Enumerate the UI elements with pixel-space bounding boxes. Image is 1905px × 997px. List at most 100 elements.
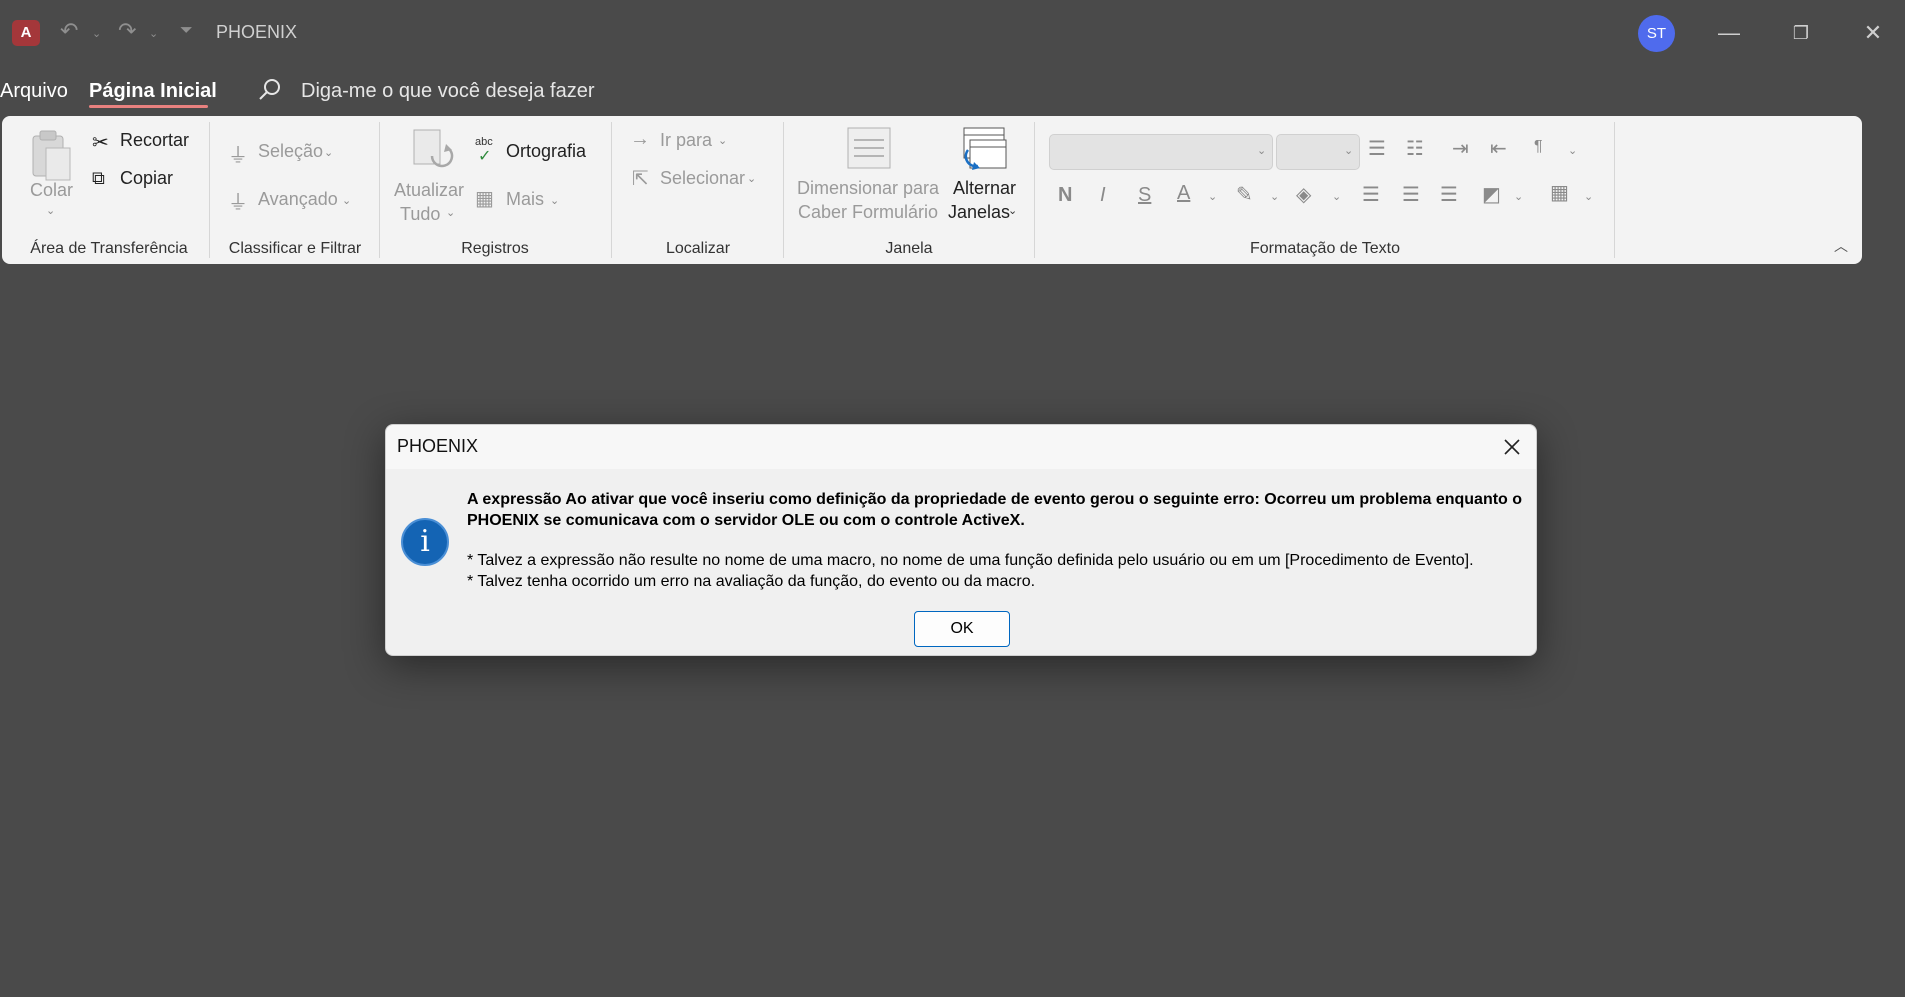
go-to-button[interactable]: Ir para (660, 130, 712, 151)
background-color-icon[interactable]: ◈ (1296, 182, 1311, 207)
dialog-title-bar: PHOENIX (386, 425, 1536, 469)
refresh-dropdown-chevron-icon[interactable]: ⌄ (446, 206, 455, 219)
access-app-icon[interactable]: A (12, 20, 40, 46)
copy-button[interactable]: Copiar (120, 168, 173, 189)
selection-dropdown-chevron-icon[interactable]: ⌄ (324, 146, 333, 159)
group-label-find: Localizar (665, 240, 731, 257)
group-label-sort-filter: Classificar e Filtrar (228, 240, 362, 257)
undo-dropdown-chevron-icon[interactable]: ⌄ (92, 27, 101, 40)
close-window-icon[interactable]: ✕ (1853, 14, 1893, 52)
undo-icon[interactable]: ↶ (60, 18, 78, 44)
font-name-chevron-icon[interactable]: ⌄ (1257, 144, 1266, 157)
group-divider (379, 122, 380, 258)
search-icon[interactable] (258, 78, 282, 102)
highlight-color-icon[interactable]: ✎ (1236, 182, 1253, 207)
redo-dropdown-chevron-icon[interactable]: ⌄ (149, 27, 158, 40)
user-avatar[interactable]: ST (1638, 15, 1675, 52)
scissors-icon: ✂ (92, 132, 109, 154)
switch-windows-button[interactable]: Alternar (953, 178, 1016, 199)
bullets-icon[interactable]: ☰ (1368, 136, 1386, 161)
tab-pagina-inicial[interactable]: Página Inicial (89, 80, 217, 103)
numbering-icon[interactable]: ☷ (1406, 136, 1424, 161)
spelling-button[interactable]: Ortografia (506, 141, 586, 162)
font-size-chevron-icon[interactable]: ⌄ (1344, 144, 1353, 157)
switch-windows-icon[interactable] (958, 126, 1008, 174)
group-divider (209, 122, 210, 258)
error-hint-1: * Talvez a expressão não resulte no nome… (467, 552, 1474, 569)
group-label-records: Registros (461, 240, 529, 257)
font-color-icon[interactable]: A (1177, 182, 1190, 205)
bold-button[interactable]: N (1058, 184, 1072, 207)
more-table-icon: ▦ (475, 188, 494, 210)
more-button[interactable]: Mais (506, 189, 544, 210)
title-bar: A ↶ ⌄ ↷ ⌄ ⏷ PHOENIX ST — ❐ ✕ (0, 0, 1905, 64)
alternate-row-color-chevron-icon[interactable]: ⌄ (1514, 190, 1523, 203)
more-dropdown-chevron-icon[interactable]: ⌄ (550, 194, 559, 207)
switch-windows-label-2: Janelas (948, 202, 1011, 222)
selection-button[interactable]: Seleção (258, 141, 323, 162)
group-label-text-formatting: Formatação de Texto (1249, 240, 1400, 257)
align-left-icon[interactable]: ☰ (1362, 182, 1380, 207)
switch-windows-dropdown-chevron-icon[interactable]: ⌄ (1008, 204, 1017, 217)
select-pointer-icon: ⇱ (632, 168, 649, 190)
italic-button[interactable]: I (1100, 184, 1106, 207)
go-to-dropdown-chevron-icon[interactable]: ⌄ (718, 134, 727, 147)
redo-icon[interactable]: ↷ (118, 18, 136, 44)
refresh-all-button[interactable]: Atualizar (394, 180, 464, 201)
font-color-chevron-icon[interactable]: ⌄ (1208, 190, 1217, 203)
advanced-button[interactable]: Avançado (258, 189, 338, 210)
paragraph-direction-chevron-icon[interactable]: ⌄ (1568, 144, 1577, 157)
go-to-arrow-icon: → (630, 128, 650, 150)
paste-button[interactable]: Colar (30, 180, 73, 201)
cut-button[interactable]: Recortar (120, 130, 189, 151)
align-center-icon[interactable]: ☰ (1402, 182, 1420, 207)
error-dialog: PHOENIX i A expressão Ao ativar que você… (385, 424, 1537, 656)
tab-arquivo[interactable]: Arquivo (0, 80, 68, 103)
underline-button[interactable]: S (1138, 184, 1151, 207)
active-tab-underline (89, 105, 208, 108)
paragraph-direction-icon[interactable]: ¶ (1534, 138, 1543, 156)
gridlines-icon[interactable]: ▦ (1550, 180, 1569, 205)
group-divider (611, 122, 612, 258)
group-divider (1034, 122, 1035, 258)
increase-indent-icon[interactable]: ⇥ (1452, 136, 1469, 161)
filter-selection-icon: ⏚ (228, 145, 248, 167)
copy-icon: ⧉ (92, 168, 105, 188)
window-title: PHOENIX (216, 22, 298, 42)
highlight-color-chevron-icon[interactable]: ⌄ (1270, 190, 1279, 203)
advanced-dropdown-chevron-icon[interactable]: ⌄ (342, 194, 351, 207)
decrease-indent-icon[interactable]: ⇤ (1490, 136, 1507, 161)
background-color-chevron-icon[interactable]: ⌄ (1332, 190, 1341, 203)
refresh-all-label-2: Tudo (400, 204, 441, 224)
tell-me-search-box[interactable]: Diga-me o que você deseja fazer (301, 80, 595, 103)
paste-dropdown-chevron-icon[interactable]: ⌄ (46, 204, 55, 217)
restore-icon[interactable]: ❐ (1781, 14, 1821, 52)
ribbon: Colar ⌄ ✂ Recortar ⧉ Copiar Área de Tran… (2, 116, 1862, 264)
minimize-icon[interactable]: — (1709, 14, 1749, 52)
error-message: A expressão Ao ativar que você inseriu c… (467, 491, 1523, 529)
close-dialog-icon[interactable] (1498, 433, 1526, 461)
refresh-all-icon[interactable] (410, 126, 454, 176)
ok-button[interactable]: OK (914, 611, 1010, 647)
size-to-fit-form-button[interactable]: Dimensionar para (797, 178, 939, 199)
dialog-title: PHOENIX (397, 436, 479, 456)
gridlines-chevron-icon[interactable]: ⌄ (1584, 190, 1593, 203)
group-label-window: Janela (885, 240, 933, 257)
advanced-filter-icon: ⏚ (228, 192, 248, 214)
select-dropdown-chevron-icon[interactable]: ⌄ (747, 172, 756, 185)
customize-quick-access-icon[interactable]: ⏷ (180, 22, 193, 40)
group-label-clipboard: Área de Transferência (30, 240, 188, 257)
size-to-fit-form-icon[interactable] (846, 126, 892, 170)
align-right-icon[interactable]: ☰ (1440, 182, 1458, 207)
error-hint-2: * Talvez tenha ocorrido um erro na avali… (467, 573, 1036, 590)
select-button[interactable]: Selecionar (660, 168, 745, 189)
group-divider (1614, 122, 1615, 258)
alternate-row-color-icon[interactable]: ◩ (1482, 182, 1501, 207)
group-divider (783, 122, 784, 258)
font-name-dropdown[interactable] (1049, 134, 1273, 170)
spelling-check-icon: ✓ (478, 148, 492, 165)
size-to-fit-form-label-2: Caber Formulário (798, 202, 939, 222)
info-icon: i (401, 518, 449, 566)
paste-icon[interactable] (30, 128, 74, 184)
collapse-ribbon-icon[interactable]: ︿ (1834, 236, 1848, 256)
